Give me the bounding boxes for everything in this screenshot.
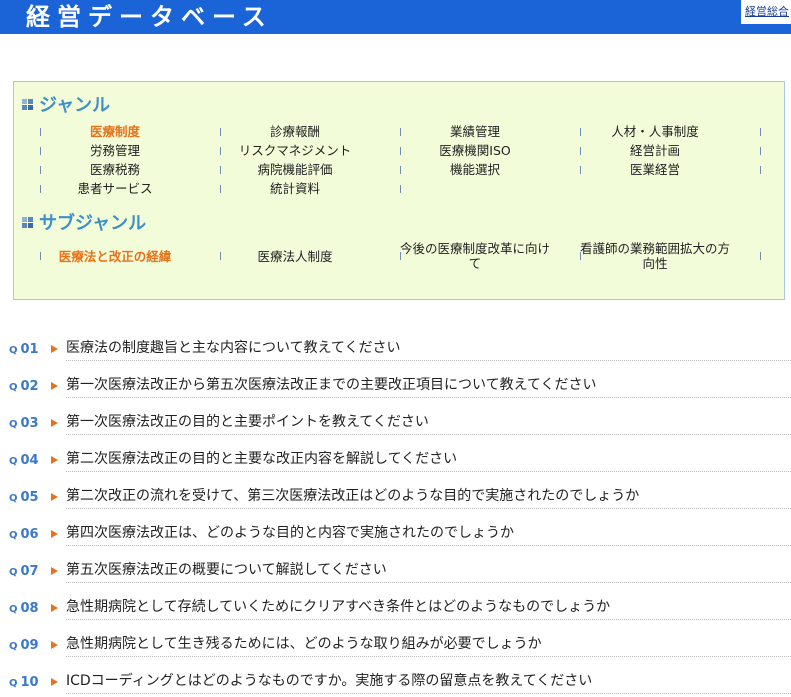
- genre-link[interactable]: 医療機関ISO: [385, 141, 565, 160]
- subgenre-link[interactable]: 医療法人制度: [215, 239, 375, 273]
- question-number: Q 09: [9, 638, 39, 653]
- question-number-value: 04: [20, 453, 39, 468]
- arrow-right-icon: [51, 345, 58, 353]
- question-link[interactable]: 医療法の制度趣旨と主な内容について教えてください: [66, 337, 400, 357]
- subgenre-link[interactable]: 今後の医療制度改革に向けて: [395, 239, 555, 273]
- question-number-value: 07: [20, 564, 39, 579]
- genre-separator: [400, 185, 401, 193]
- subgenre-separator: [760, 252, 761, 260]
- question-number: Q 03: [9, 416, 39, 431]
- arrow-right-icon: [51, 678, 58, 686]
- question-number: Q 10: [9, 675, 39, 690]
- question-row[interactable]: Q 08 急性期病院として存続していくためにクリアすべき条件とはどのようなものでしょ…: [0, 583, 791, 620]
- question-prefix: Q: [9, 493, 18, 504]
- question-number-value: 09: [20, 638, 39, 653]
- genre-link[interactable]: 診療報酬: [205, 122, 385, 141]
- question-row[interactable]: Q 02 第一次医療法改正から第五次医療法改正までの主要改正項目について教えてくださ…: [0, 361, 791, 398]
- arrow-right-icon: [51, 530, 58, 538]
- genre-link[interactable]: 機能選択: [385, 160, 565, 179]
- genre-separator: [760, 166, 761, 174]
- question-row[interactable]: Q 04 第二次医療法改正の目的と主要な改正内容を解説してください: [0, 435, 791, 472]
- genre-separator: [760, 147, 761, 155]
- page-title: 経営データベース: [26, 3, 273, 31]
- question-link[interactable]: 第二次医療法改正の目的と主要な改正内容を解説してください: [66, 448, 457, 468]
- question-prefix: Q: [9, 456, 18, 467]
- genre-link[interactable]: 経営計画: [565, 141, 745, 160]
- question-number-value: 06: [20, 527, 39, 542]
- subgenre-heading: サブジャンル: [22, 209, 146, 235]
- question-number: Q 08: [9, 601, 39, 616]
- genre-link[interactable]: 医療税務: [25, 160, 205, 179]
- question-number-value: 01: [20, 342, 39, 357]
- question-number: Q 07: [9, 564, 39, 579]
- arrow-right-icon: [51, 567, 58, 575]
- subgenre-link[interactable]: 医療法と改正の経緯: [35, 239, 195, 273]
- question-number-value: 08: [20, 601, 39, 616]
- header-bar: 経営データベース 経営総合: [0, 0, 791, 34]
- question-prefix: Q: [9, 604, 18, 615]
- question-number-value: 05: [20, 490, 39, 505]
- question-prefix: Q: [9, 567, 18, 578]
- arrow-right-icon: [51, 456, 58, 464]
- question-prefix: Q: [9, 678, 18, 689]
- question-link[interactable]: ICDコーディングとはどのようなものですか。実施する際の留意点を教えてください: [66, 670, 592, 690]
- question-prefix: Q: [9, 419, 18, 430]
- subgenre-link[interactable]: 看護師の業務範囲拡大の方向性: [575, 239, 735, 273]
- genre-panel: ジャンル 医療制度 診療報酬 業績管理 人材・人事制度労務管理 リスクマネジメント 医療機…: [13, 81, 785, 300]
- arrow-right-icon: [51, 419, 58, 427]
- question-row[interactable]: Q 05 第二次改正の流れを受けて、第三次医療法改正はどのような目的で実施されたので…: [0, 472, 791, 509]
- question-number-value: 02: [20, 379, 39, 394]
- dotted-divider: [66, 693, 791, 694]
- question-number: Q 06: [9, 527, 39, 542]
- subgenre-heading-label: サブジャンル: [39, 213, 147, 234]
- genre-link[interactable]: 医療制度: [25, 122, 205, 141]
- genre-link[interactable]: 労務管理: [25, 141, 205, 160]
- question-row[interactable]: Q 10 ICDコーディングとはどのようなものですか。実施する際の留意点を教えてくだ…: [0, 657, 791, 694]
- arrow-right-icon: [51, 641, 58, 649]
- question-link[interactable]: 第一次医療法改正の目的と主要ポイントを教えてください: [66, 411, 429, 431]
- square-bullet-icon: [22, 216, 33, 228]
- question-number: Q 04: [9, 453, 39, 468]
- genre-link[interactable]: リスクマネジメント: [205, 141, 385, 160]
- question-link[interactable]: 第一次医療法改正から第五次医療法改正までの主要改正項目について教えてください: [66, 374, 596, 394]
- question-row[interactable]: Q 09 急性期病院として生き残るためには、どのような取り組みが必要でしょうか: [0, 620, 791, 657]
- genre-link[interactable]: 患者サービス: [25, 179, 205, 198]
- question-link[interactable]: 急性期病院として存続していくためにクリアすべき条件とはどのようなものでしょうか: [66, 596, 610, 616]
- question-link[interactable]: 第五次医療法改正の概要について解説してください: [66, 559, 387, 579]
- question-prefix: Q: [9, 345, 18, 356]
- question-number: Q 05: [9, 490, 39, 505]
- header-link[interactable]: 経営総合: [741, 0, 791, 24]
- arrow-right-icon: [51, 382, 58, 390]
- question-number: Q 01: [9, 342, 39, 357]
- question-number-value: 10: [20, 675, 39, 690]
- arrow-right-icon: [51, 493, 58, 501]
- question-row[interactable]: Q 07 第五次医療法改正の概要について解説してください: [0, 546, 791, 583]
- genre-heading: ジャンル: [22, 91, 110, 117]
- genre-separator: [760, 128, 761, 136]
- genre-link[interactable]: 病院機能評価: [205, 160, 385, 179]
- question-link[interactable]: 第四次医療法改正は、どのような目的と内容で実施されたのでしょうか: [66, 522, 514, 542]
- question-prefix: Q: [9, 382, 18, 393]
- square-bullet-icon: [22, 98, 33, 110]
- question-prefix: Q: [9, 641, 18, 652]
- question-row[interactable]: Q 01 医療法の制度趣旨と主な内容について教えてください: [0, 324, 791, 361]
- genre-heading-label: ジャンル: [39, 95, 111, 116]
- question-number-value: 03: [20, 416, 39, 431]
- question-prefix: Q: [9, 530, 18, 541]
- genre-link[interactable]: 人材・人事制度: [565, 122, 745, 141]
- genre-link[interactable]: 業績管理: [385, 122, 565, 141]
- arrow-right-icon: [51, 604, 58, 612]
- genre-link[interactable]: 医業経営: [565, 160, 745, 179]
- question-row[interactable]: Q 03 第一次医療法改正の目的と主要ポイントを教えてください: [0, 398, 791, 435]
- question-link[interactable]: 急性期病院として生き残るためには、どのような取り組みが必要でしょうか: [66, 633, 542, 653]
- genre-link[interactable]: 統計資料: [205, 179, 385, 198]
- question-number: Q 02: [9, 379, 39, 394]
- question-row[interactable]: Q 06 第四次医療法改正は、どのような目的と内容で実施されたのでしょうか: [0, 509, 791, 546]
- question-link[interactable]: 第二次改正の流れを受けて、第三次医療法改正はどのような目的で実施されたのでしょう…: [66, 485, 639, 505]
